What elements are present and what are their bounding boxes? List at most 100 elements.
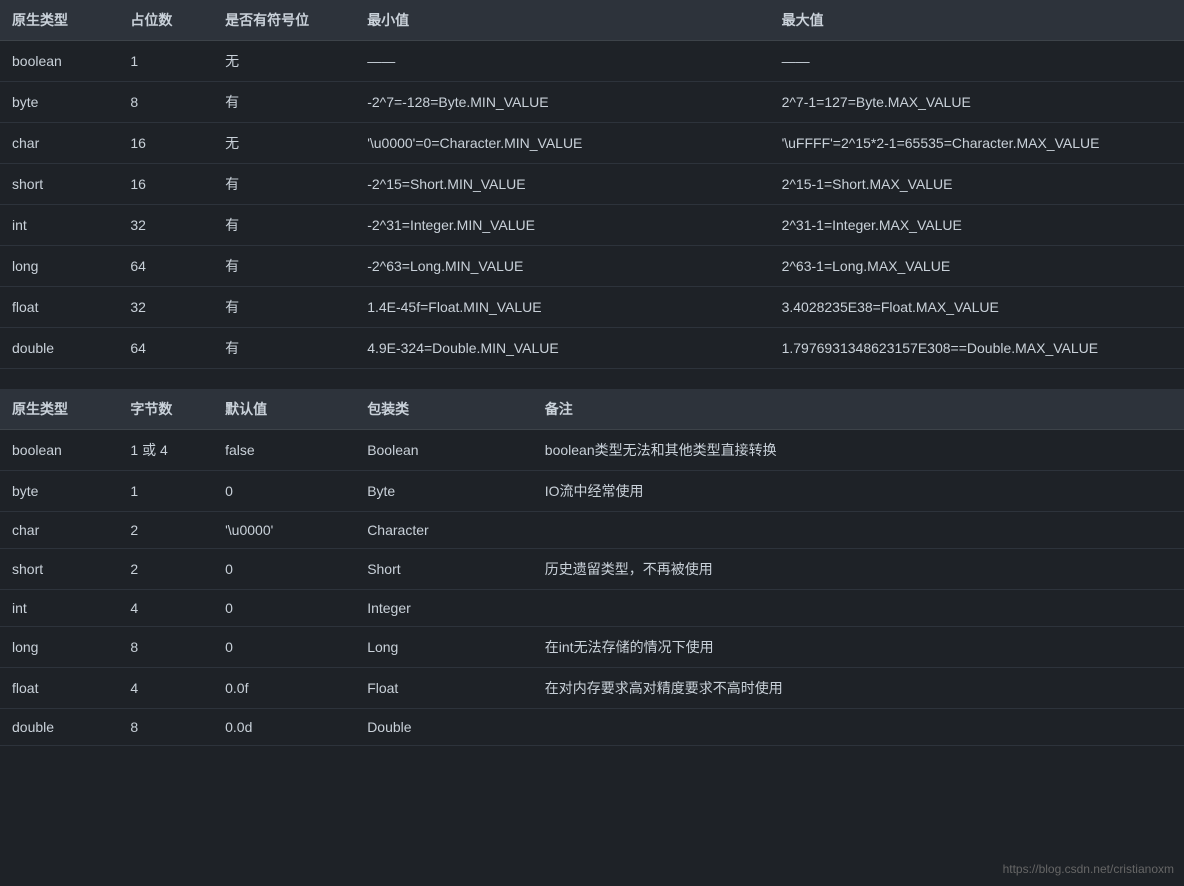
table-cell: 8 bbox=[118, 709, 213, 746]
table-cell: byte bbox=[0, 471, 118, 512]
table-cell: 4 bbox=[118, 590, 213, 627]
table-row: short20Short历史遗留类型，不再被使用 bbox=[0, 549, 1184, 590]
table-cell: 0.0f bbox=[213, 668, 355, 709]
table-cell: 1 或 4 bbox=[118, 430, 213, 471]
table-cell: float bbox=[0, 287, 118, 328]
table-cell: 0 bbox=[213, 590, 355, 627]
table-cell: false bbox=[213, 430, 355, 471]
table2-header-notes: 备注 bbox=[533, 389, 1184, 430]
table-cell: double bbox=[0, 709, 118, 746]
table-cell: 32 bbox=[118, 205, 213, 246]
table-cell: 有 bbox=[213, 82, 355, 123]
table-cell: 16 bbox=[118, 123, 213, 164]
table-row: boolean1 或 4falseBooleanboolean类型无法和其他类型… bbox=[0, 430, 1184, 471]
table-cell: Byte bbox=[355, 471, 533, 512]
table-cell: 2 bbox=[118, 549, 213, 590]
table-cell: boolean bbox=[0, 430, 118, 471]
table-cell: Character bbox=[355, 512, 533, 549]
table-cell: Double bbox=[355, 709, 533, 746]
main-container: 原生类型 占位数 是否有符号位 最小值 最大值 boolean1无————byt… bbox=[0, 0, 1184, 746]
table-cell: 0 bbox=[213, 471, 355, 512]
table-cell: 无 bbox=[213, 41, 355, 82]
table2-header-type: 原生类型 bbox=[0, 389, 118, 430]
table-cell: Long bbox=[355, 627, 533, 668]
table-row: char2'\u0000'Character bbox=[0, 512, 1184, 549]
table-cell: int bbox=[0, 205, 118, 246]
table-cell: 2 bbox=[118, 512, 213, 549]
table-cell: 4 bbox=[118, 668, 213, 709]
table-cell bbox=[533, 590, 1184, 627]
table-row: short16有-2^15=Short.MIN_VALUE2^15-1=Shor… bbox=[0, 164, 1184, 205]
table-cell: 0 bbox=[213, 549, 355, 590]
table-cell: 1 bbox=[118, 471, 213, 512]
table-cell: 64 bbox=[118, 328, 213, 369]
table1: 原生类型 占位数 是否有符号位 最小值 最大值 boolean1无————byt… bbox=[0, 0, 1184, 369]
table-cell: -2^31=Integer.MIN_VALUE bbox=[355, 205, 769, 246]
watermark: https://blog.csdn.net/cristianoxm bbox=[1003, 862, 1174, 876]
table-cell: IO流中经常使用 bbox=[533, 471, 1184, 512]
table-cell: -2^7=-128=Byte.MIN_VALUE bbox=[355, 82, 769, 123]
table-cell: 在对内存要求高对精度要求不高时使用 bbox=[533, 668, 1184, 709]
table-row: byte10ByteIO流中经常使用 bbox=[0, 471, 1184, 512]
table1-header-min: 最小值 bbox=[355, 0, 769, 41]
table-row: long80Long在int无法存储的情况下使用 bbox=[0, 627, 1184, 668]
table-cell: '\u0000'=0=Character.MIN_VALUE bbox=[355, 123, 769, 164]
table-row: float32有1.4E-45f=Float.MIN_VALUE3.402823… bbox=[0, 287, 1184, 328]
table-row: int32有-2^31=Integer.MIN_VALUE2^31-1=Inte… bbox=[0, 205, 1184, 246]
table-cell: 历史遗留类型，不再被使用 bbox=[533, 549, 1184, 590]
table-cell: 16 bbox=[118, 164, 213, 205]
table-cell: 2^7-1=127=Byte.MAX_VALUE bbox=[770, 82, 1184, 123]
table-cell: 2^15-1=Short.MAX_VALUE bbox=[770, 164, 1184, 205]
table-row: long64有-2^63=Long.MIN_VALUE2^63-1=Long.M… bbox=[0, 246, 1184, 287]
table-cell: 1.4E-45f=Float.MIN_VALUE bbox=[355, 287, 769, 328]
table-cell: —— bbox=[355, 41, 769, 82]
table-cell: 有 bbox=[213, 328, 355, 369]
table-cell bbox=[533, 512, 1184, 549]
table1-header-row: 原生类型 占位数 是否有符号位 最小值 最大值 bbox=[0, 0, 1184, 41]
section-gap bbox=[0, 369, 1184, 389]
table-row: boolean1无———— bbox=[0, 41, 1184, 82]
table-cell: 有 bbox=[213, 205, 355, 246]
table-cell: -2^63=Long.MIN_VALUE bbox=[355, 246, 769, 287]
table1-header-signed: 是否有符号位 bbox=[213, 0, 355, 41]
table-cell: 0 bbox=[213, 627, 355, 668]
table1-header-type: 原生类型 bbox=[0, 0, 118, 41]
table-cell: 8 bbox=[118, 82, 213, 123]
table-cell: char bbox=[0, 512, 118, 549]
table2-header-wrapper: 包装类 bbox=[355, 389, 533, 430]
table-cell bbox=[533, 709, 1184, 746]
table-cell: 有 bbox=[213, 164, 355, 205]
table-cell: Float bbox=[355, 668, 533, 709]
table-row: double80.0dDouble bbox=[0, 709, 1184, 746]
table-cell: double bbox=[0, 328, 118, 369]
table-cell: '\u0000' bbox=[213, 512, 355, 549]
table-cell: 有 bbox=[213, 287, 355, 328]
table-cell: 1.7976931348623157E308==Double.MAX_VALUE bbox=[770, 328, 1184, 369]
table-cell: 在int无法存储的情况下使用 bbox=[533, 627, 1184, 668]
table-cell: 有 bbox=[213, 246, 355, 287]
table-cell: 32 bbox=[118, 287, 213, 328]
table-cell: Integer bbox=[355, 590, 533, 627]
table-cell: boolean bbox=[0, 41, 118, 82]
table-cell: 8 bbox=[118, 627, 213, 668]
table-cell: 3.4028235E38=Float.MAX_VALUE bbox=[770, 287, 1184, 328]
table-cell: '\uFFFF'=2^15*2-1=65535=Character.MAX_VA… bbox=[770, 123, 1184, 164]
table-cell: char bbox=[0, 123, 118, 164]
table-cell: byte bbox=[0, 82, 118, 123]
table-row: float40.0fFloat在对内存要求高对精度要求不高时使用 bbox=[0, 668, 1184, 709]
table-cell: 无 bbox=[213, 123, 355, 164]
table2-header-bytes: 字节数 bbox=[118, 389, 213, 430]
table-row: int40Integer bbox=[0, 590, 1184, 627]
table-row: char16无'\u0000'=0=Character.MIN_VALUE'\u… bbox=[0, 123, 1184, 164]
table-cell: Short bbox=[355, 549, 533, 590]
table2-header-row: 原生类型 字节数 默认值 包装类 备注 bbox=[0, 389, 1184, 430]
table-cell: Boolean bbox=[355, 430, 533, 471]
table-cell: 64 bbox=[118, 246, 213, 287]
table-cell: long bbox=[0, 246, 118, 287]
table-cell: boolean类型无法和其他类型直接转换 bbox=[533, 430, 1184, 471]
table-row: byte8有-2^7=-128=Byte.MIN_VALUE2^7-1=127=… bbox=[0, 82, 1184, 123]
table-cell: short bbox=[0, 164, 118, 205]
table-row: double64有4.9E-324=Double.MIN_VALUE1.7976… bbox=[0, 328, 1184, 369]
table1-header-bits: 占位数 bbox=[118, 0, 213, 41]
table-cell: 4.9E-324=Double.MIN_VALUE bbox=[355, 328, 769, 369]
